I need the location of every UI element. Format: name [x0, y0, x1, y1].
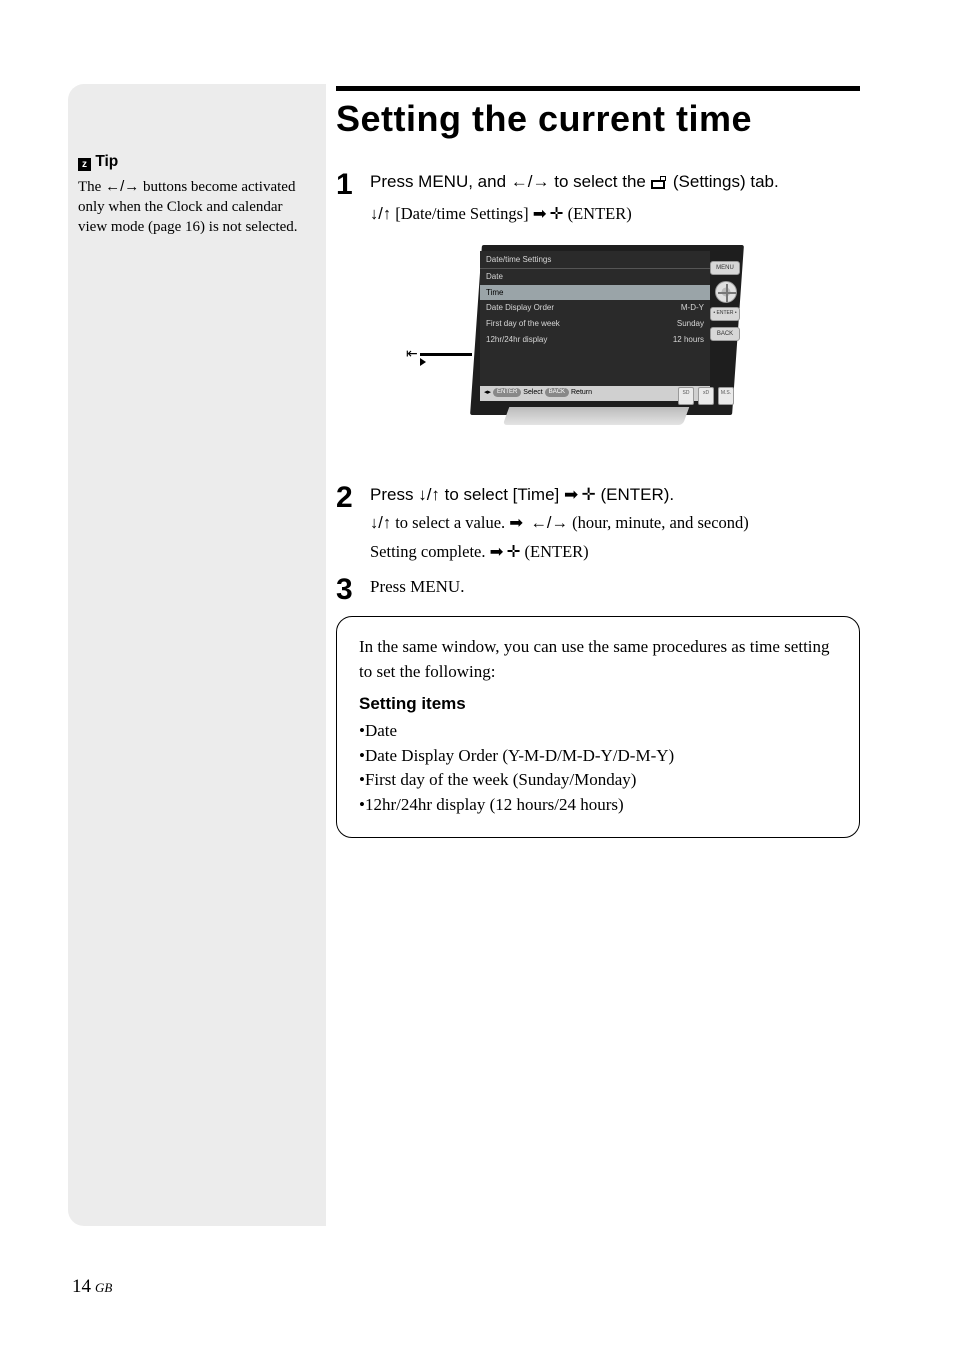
row-label: Date Display Order — [486, 302, 554, 314]
page-region: GB — [95, 1280, 112, 1295]
sidebar-shade — [68, 84, 326, 1226]
tip-text-pre: The — [78, 179, 105, 195]
tip-heading: z Tip — [78, 152, 314, 173]
info-box: In the same window, you can use the same… — [336, 616, 860, 838]
arrow-right-icon: ➡ — [509, 514, 522, 532]
list-item: First day of the week (Sunday/Monday) — [359, 768, 837, 793]
row-label: First day of the week — [486, 318, 560, 330]
left-right-arrows-icon: ←/→ — [105, 178, 139, 195]
status-enter-pill: ENTER — [493, 388, 521, 397]
tip-icon: z — [78, 158, 91, 171]
section-rule — [336, 86, 860, 91]
step2-sub1: ↓/↑ to select a value. ➡ ←/→ (hour, minu… — [370, 511, 876, 536]
enter-icon: ✛ — [582, 485, 596, 504]
manual-page: Setting the current time z Tip The ←/→ b… — [0, 0, 954, 1352]
step-body: Press MENU, and ←/→ to select the (Setti… — [370, 170, 876, 473]
tip-body: The ←/→ buttons become activated only wh… — [78, 177, 314, 238]
screen-header: Date/time Settings — [480, 251, 710, 270]
step2-sub1-post: (hour, minute, and second) — [568, 513, 749, 532]
usb-icon: ⇤ — [406, 345, 472, 365]
status-return: Return — [571, 389, 592, 396]
info-list: Date Date Display Order (Y-M-D/M-D-Y/D-M… — [359, 719, 837, 818]
page-footer: 14 GB — [72, 1276, 112, 1298]
step1-text-mid: to select the — [550, 172, 651, 191]
page-number: 14 — [72, 1276, 91, 1297]
row-label: Date — [486, 271, 503, 283]
device-screen: Date/time Settings Date Time Date Displa… — [480, 251, 710, 401]
screen-row: Date — [480, 269, 710, 285]
row-label: Time — [486, 287, 503, 299]
page-title: Setting the current time — [336, 98, 752, 140]
step2-sub2-pre: Setting complete. — [370, 542, 490, 561]
card-slots: SD xD M.S. — [678, 387, 734, 405]
step-body: Press MENU. — [370, 575, 876, 600]
step2-text-mid: to select [Time] — [440, 485, 564, 504]
status-select: Select — [523, 389, 542, 396]
step1-text-post: (Settings) tab. — [673, 172, 779, 191]
status-back-pill: BACK — [545, 388, 569, 397]
step-1: 1 Press MENU, and ←/→ to select the (Set… — [336, 170, 876, 473]
device-illustration: Date/time Settings Date Time Date Displa… — [406, 245, 726, 453]
step2-sub2-enter: (ENTER) — [520, 542, 588, 561]
nav-arrows-icon: ◂▸ — [484, 389, 491, 396]
screen-row-selected: Time — [480, 285, 710, 301]
step-3: 3 Press MENU. — [336, 575, 876, 605]
step1-sub-enter: (ENTER) — [563, 204, 631, 223]
steps-list: 1 Press MENU, and ←/→ to select the (Set… — [336, 170, 876, 615]
step-body: Press ↓/↑ to select [Time] ➡ ✛ (ENTER). … — [370, 483, 876, 565]
row-value: Sunday — [677, 318, 704, 330]
device-side-buttons: MENU • ENTER • BACK — [710, 261, 742, 348]
row-value: 12 hours — [673, 334, 704, 346]
arrow-right-icon: ➡ — [490, 543, 503, 561]
menu-button: MENU — [710, 261, 740, 276]
down-up-arrows-icon: ↓/↑ — [370, 205, 391, 223]
list-item: Date — [359, 719, 837, 744]
row-label: 12hr/24hr display — [486, 334, 547, 346]
left-right-arrows-icon: ←/→ — [511, 172, 550, 191]
sd-slot: SD — [678, 387, 694, 405]
enter-icon: ✛ — [550, 205, 564, 223]
list-item: Date Display Order (Y-M-D/M-D-Y/D-M-Y) — [359, 744, 837, 769]
enter-button: • ENTER • — [710, 307, 740, 320]
tip-label: Tip — [95, 153, 118, 170]
settings-icon — [651, 173, 669, 198]
step2-sub1-mid: to select a value. — [391, 513, 509, 532]
arrow-right-icon: ➡ — [564, 485, 577, 504]
step2-enter: (ENTER). — [596, 485, 674, 504]
xd-slot: xD — [698, 387, 714, 405]
row-value: M-D-Y — [681, 302, 704, 314]
left-right-arrows-icon: ←/→ — [530, 514, 568, 532]
screen-row: 12hr/24hr display 12 hours — [480, 332, 710, 348]
ms-slot: M.S. — [718, 387, 734, 405]
screen-row: First day of the week Sunday — [480, 316, 710, 332]
screen-row: Date Display Order M-D-Y — [480, 300, 710, 316]
info-intro: In the same window, you can use the same… — [359, 635, 837, 684]
list-item: 12hr/24hr display (12 hours/24 hours) — [359, 793, 837, 818]
enter-icon: ✛ — [507, 543, 521, 561]
device-stand — [503, 407, 690, 425]
tip-block: z Tip The ←/→ buttons become activated o… — [78, 152, 314, 238]
step-number: 1 — [336, 170, 370, 200]
step-number: 2 — [336, 483, 370, 513]
down-up-arrows-icon: ↓/↑ — [370, 514, 391, 532]
step1-sub: ↓/↑ [Date/time Settings] ➡ ✛ (ENTER) — [370, 202, 876, 227]
step-2: 2 Press ↓/↑ to select [Time] ➡ ✛ (ENTER)… — [336, 483, 876, 565]
down-up-arrows-icon: ↓/↑ — [418, 485, 440, 504]
step2-text-pre: Press — [370, 485, 418, 504]
arrow-right-icon: ➡ — [533, 205, 546, 223]
step1-sub-item: [Date/time Settings] — [391, 204, 533, 223]
step2-sub2: Setting complete. ➡ ✛ (ENTER) — [370, 540, 876, 565]
dpad-button — [715, 281, 737, 303]
info-subheading: Setting items — [359, 692, 837, 717]
step1-text-pre: Press MENU, and — [370, 172, 511, 191]
screen-status-bar: ◂▸ ENTER Select BACK Return — [480, 386, 710, 400]
back-button: BACK — [710, 327, 740, 342]
step-number: 3 — [336, 575, 370, 605]
